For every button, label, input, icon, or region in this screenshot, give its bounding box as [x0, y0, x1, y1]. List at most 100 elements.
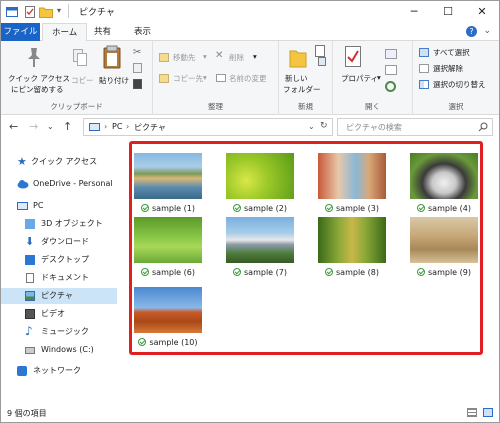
refresh-icon[interactable]: ↻: [320, 121, 328, 131]
pin-icon: [28, 48, 40, 67]
sidebar-item-windows-c[interactable]: Windows (C:): [1, 342, 117, 358]
sidebar-item-quick-access[interactable]: ★ クイック アクセス: [1, 154, 117, 170]
search-placeholder[interactable]: ピクチャの検索: [346, 122, 402, 133]
sidebar-item-desktop[interactable]: デスクトップ: [1, 252, 117, 268]
close-button[interactable]: ✕: [465, 1, 499, 23]
rename-button[interactable]: 名前の変更: [229, 73, 267, 84]
file-view: sample (1) sample (2) sample (3) sample …: [119, 139, 499, 403]
quick-access-dropdown-icon[interactable]: ▾: [57, 6, 61, 15]
details-view-icon[interactable]: [467, 408, 477, 417]
select-group-label: 選択: [448, 102, 464, 111]
file-label-sample-7[interactable]: sample (7): [220, 267, 300, 277]
file-label-sample-1[interactable]: sample (1): [128, 203, 208, 213]
minimize-button[interactable]: ─: [397, 1, 431, 23]
thumbnail-sample-3[interactable]: [318, 153, 386, 199]
paste-shortcut-icon[interactable]: [133, 79, 142, 89]
invert-selection-button[interactable]: 選択の切り替え: [433, 79, 486, 90]
file-label-sample-3[interactable]: sample (3): [312, 203, 392, 213]
thumbnail-sample-6[interactable]: [134, 217, 202, 263]
copy-to-icon: [159, 74, 169, 83]
collapse-ribbon-icon[interactable]: ⌄: [483, 26, 491, 36]
cloud-icon: [17, 180, 29, 189]
pin-label-1[interactable]: クイック アクセス: [8, 73, 70, 84]
new-folder-label-2[interactable]: フォルダー: [283, 84, 321, 95]
organize-group: 移動先 ▾ コピー先 ▾ ✕ 削除 ▾ 名前の変更 整理: [153, 41, 279, 115]
address-bar[interactable]: › PC › ピクチャ ⌄ ↻: [83, 118, 333, 136]
delete-icon: ✕: [215, 50, 224, 61]
sidebar-item-music[interactable]: ♪ ミュージック: [1, 324, 117, 340]
sidebar-item-3d-objects[interactable]: 3D オブジェクト: [1, 216, 117, 232]
thumbnail-sample-9[interactable]: [410, 217, 478, 263]
properties-button[interactable]: プロパティ: [341, 73, 378, 84]
breadcrumb-pc[interactable]: PC: [112, 122, 122, 131]
maximize-button[interactable]: ☐: [431, 1, 465, 23]
cut-icon[interactable]: ✂: [133, 47, 141, 58]
file-label-sample-9[interactable]: sample (9): [404, 267, 484, 277]
move-to-icon: [159, 53, 169, 62]
copy-to-button[interactable]: コピー先: [173, 73, 203, 84]
open-icon[interactable]: [385, 49, 397, 59]
copy-to-dropdown-icon[interactable]: ▾: [203, 73, 207, 82]
open-group: プロパティ ▾ 開く: [333, 41, 413, 115]
copy-path-icon[interactable]: [133, 63, 142, 73]
sidebar-item-documents[interactable]: ドキュメント: [1, 270, 117, 286]
thumbnail-sample-8[interactable]: [318, 217, 386, 263]
up-arrow-icon[interactable]: ↑: [63, 120, 72, 133]
music-icon: ♪: [25, 324, 33, 338]
back-arrow-icon[interactable]: ←: [9, 120, 18, 133]
tab-home[interactable]: ホーム: [42, 23, 88, 42]
sidebar-item-pictures[interactable]: ピクチャ: [1, 288, 117, 304]
pictures-icon: [25, 291, 35, 301]
file-label-sample-10[interactable]: sample (10): [128, 337, 208, 347]
pc-location-icon: [89, 123, 100, 131]
select-all-button[interactable]: すべて選択: [433, 47, 470, 58]
sync-check-icon: [325, 204, 334, 212]
thumbnail-sample-10[interactable]: [134, 287, 202, 333]
help-icon[interactable]: ?: [466, 26, 477, 37]
document-icon: [26, 273, 34, 283]
sidebar-item-videos[interactable]: ビデオ: [1, 306, 117, 322]
search-box[interactable]: ピクチャの検索: [337, 118, 493, 136]
window-icon: [6, 7, 18, 17]
organize-group-label: 整理: [208, 102, 223, 111]
tab-view[interactable]: 表示: [125, 23, 160, 41]
history-icon[interactable]: [385, 81, 396, 92]
pin-label-2[interactable]: にピン留めする: [11, 84, 64, 95]
tab-share[interactable]: 共有: [85, 23, 120, 41]
large-icons-view-icon[interactable]: [483, 408, 493, 417]
properties-dropdown-icon[interactable]: ▾: [377, 73, 381, 82]
select-none-button[interactable]: 選択解除: [433, 63, 463, 74]
file-label-sample-4[interactable]: sample (4): [404, 203, 484, 213]
thumbnail-sample-1[interactable]: [134, 153, 202, 199]
thumbnail-sample-4[interactable]: [410, 153, 478, 199]
file-label-sample-2[interactable]: sample (2): [220, 203, 300, 213]
thumbnail-sample-7[interactable]: [226, 217, 294, 263]
ribbon: クイック アクセス にピン留めする コピー 貼り付け ✂ クリップボード 移動先…: [1, 41, 499, 115]
properties-quick-icon[interactable]: [25, 6, 35, 18]
sidebar-item-onedrive[interactable]: OneDrive - Personal: [1, 176, 117, 192]
recent-locations-icon[interactable]: ⌄: [47, 122, 54, 131]
forward-arrow-icon[interactable]: →: [29, 120, 38, 133]
sync-check-icon: [138, 338, 147, 346]
new-folder-label-1[interactable]: 新しい: [285, 73, 308, 84]
new-item-icon[interactable]: [315, 45, 329, 67]
move-to-dropdown-icon[interactable]: ▾: [203, 52, 207, 61]
address-dropdown-icon[interactable]: ⌄: [308, 122, 315, 131]
delete-button[interactable]: 削除: [229, 52, 244, 63]
edit-icon[interactable]: [385, 65, 397, 75]
delete-dropdown-icon[interactable]: ▾: [253, 52, 257, 61]
file-label-sample-6[interactable]: sample (6): [128, 267, 208, 277]
move-to-button[interactable]: 移動先: [173, 52, 196, 63]
breadcrumb-pictures[interactable]: ピクチャ: [134, 122, 166, 133]
paste-button[interactable]: 貼り付け: [99, 75, 129, 86]
thumbnail-sample-2[interactable]: [226, 153, 294, 199]
copy-button[interactable]: コピー: [71, 75, 94, 86]
sidebar-item-pc[interactable]: PC: [1, 198, 117, 214]
file-label-sample-8[interactable]: sample (8): [312, 267, 392, 277]
network-icon: [17, 366, 27, 376]
tab-file[interactable]: ファイル: [1, 23, 40, 41]
sidebar-item-network[interactable]: ネットワーク: [1, 363, 117, 379]
new-folder-quick-icon[interactable]: [39, 6, 53, 18]
cube-icon: [25, 219, 35, 229]
sidebar-item-downloads[interactable]: ⬇ ダウンロード: [1, 234, 117, 250]
